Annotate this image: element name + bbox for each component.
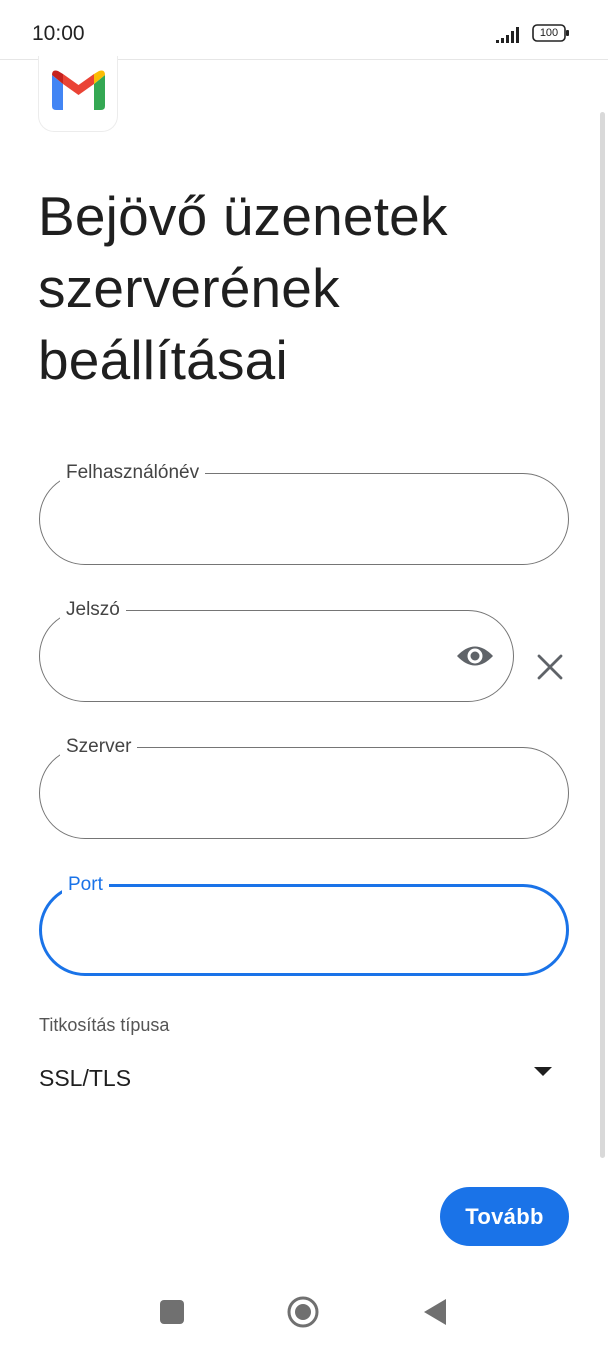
- page-title: Bejövő üzenetek szerverének beállításai: [38, 185, 448, 391]
- next-button[interactable]: Tovább: [440, 1187, 569, 1246]
- username-input[interactable]: [68, 502, 385, 536]
- scrollbar[interactable]: [600, 112, 605, 1158]
- password-label: Jelszó: [60, 598, 126, 622]
- gmail-logo-icon: [38, 56, 118, 132]
- username-field[interactable]: Felhasználónév: [39, 461, 569, 565]
- status-bar: 10:00 100: [0, 0, 608, 60]
- recent-apps-icon[interactable]: [160, 1300, 184, 1324]
- battery-level: 100: [539, 27, 559, 39]
- server-input[interactable]: [68, 776, 385, 810]
- home-icon[interactable]: [287, 1296, 319, 1328]
- encryption-select[interactable]: SSL/TLS: [39, 1055, 559, 1101]
- username-label: Felhasználónév: [60, 461, 206, 485]
- close-icon[interactable]: [535, 652, 565, 682]
- eye-icon[interactable]: [455, 641, 495, 671]
- port-label: Port: [62, 873, 109, 897]
- dropdown-arrow-icon: [534, 1067, 552, 1076]
- password-field[interactable]: Jelszó: [39, 598, 514, 702]
- status-time: 10:00: [32, 22, 85, 45]
- battery-icon: 100: [532, 24, 570, 42]
- port-input[interactable]: [70, 915, 385, 949]
- back-icon[interactable]: [423, 1298, 447, 1326]
- server-field[interactable]: Szerver: [39, 735, 569, 839]
- port-field[interactable]: Port: [39, 873, 569, 976]
- encryption-value: SSL/TLS: [39, 1065, 132, 1091]
- password-input[interactable]: [68, 639, 352, 673]
- server-label: Szerver: [60, 735, 138, 759]
- navigation-bar: [0, 1270, 608, 1351]
- signal-bars-icon: [496, 27, 519, 43]
- encryption-label: Titkosítás típusa: [39, 1015, 170, 1035]
